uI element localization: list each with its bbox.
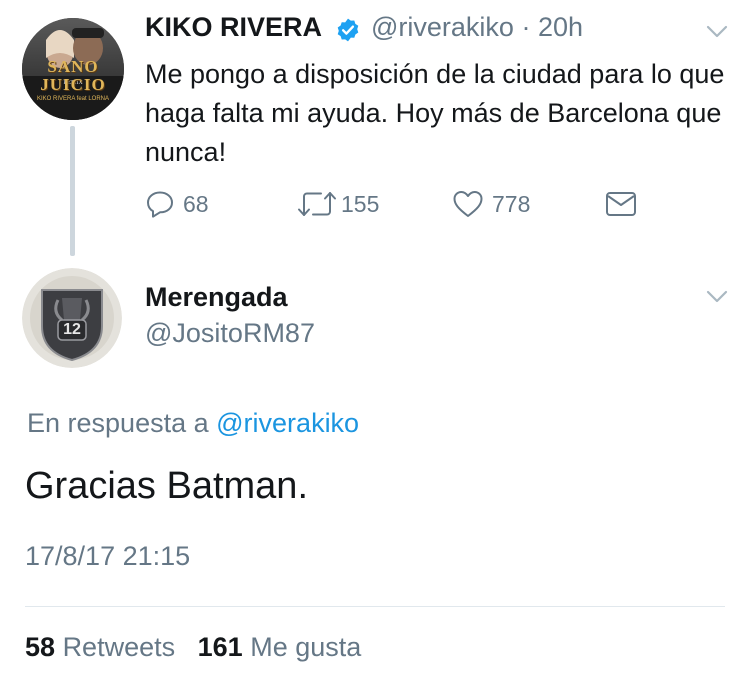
author-name[interactable]: KIKO RIVERA [145,12,322,43]
chevron-down-icon[interactable] [706,290,728,304]
champions-badge-image [22,268,122,368]
retweets-stat[interactable]: 58 Retweets [25,632,175,662]
divider [25,606,725,607]
direct-message-action[interactable] [605,186,637,222]
chevron-down-icon[interactable] [706,25,728,39]
likes-stat[interactable]: 161 Me gusta [198,632,362,662]
direct-message-icon[interactable] [605,190,637,218]
reply-action[interactable]: 68 [145,186,209,222]
in-reply-prefix: En respuesta a [27,408,209,438]
retweet-action[interactable]: 155 [297,186,379,222]
tweet-time[interactable]: · 20h [521,12,583,42]
likes-count: 161 [197,632,243,662]
thread-connector-line [70,126,75,256]
reply-author-handle[interactable]: @JositoRM87 [145,318,315,349]
avatar-album-title: SANO JUICIO [40,57,106,94]
retweet-count: 155 [341,190,380,217]
likes-label: Me gusta [250,632,362,662]
reply-count: 68 [183,190,209,217]
author-handle-time[interactable]: @riverakiko · 20h [371,12,583,43]
reply-timestamp[interactable]: 17/8/17 21:15 [25,541,190,572]
engagement-stats: 58 Retweets 161 Me gusta [25,632,361,663]
author-handle[interactable]: @riverakiko [371,12,514,42]
retweet-icon[interactable] [297,189,337,219]
reply-text: Gracias Batman. [25,465,308,507]
reply-icon[interactable] [145,189,175,219]
reply-author-name[interactable]: Merengada [145,282,288,313]
in-reply-to: En respuesta a @riverakiko [27,408,359,439]
like-action[interactable]: 778 [452,186,530,222]
avatar-album-subtitle: KIKO RIVERA feat LORNA [36,96,110,102]
avatar-merengada[interactable]: 12 [22,268,122,368]
like-count: 778 [492,190,531,217]
tweet-text: Me pongo a disposición de la ciudad para… [145,59,725,167]
retweets-label: Retweets [62,632,176,662]
avatar-kiko-rivera[interactable]: REMIX SANO JUICIO KIKO RIVERA feat LORNA [22,18,124,120]
like-heart-icon[interactable] [452,189,484,219]
verified-badge-icon [337,18,359,42]
avatar-badge-number: 12 [63,321,81,338]
in-reply-handle-link[interactable]: @riverakiko [216,408,359,438]
retweets-count: 58 [25,632,56,662]
